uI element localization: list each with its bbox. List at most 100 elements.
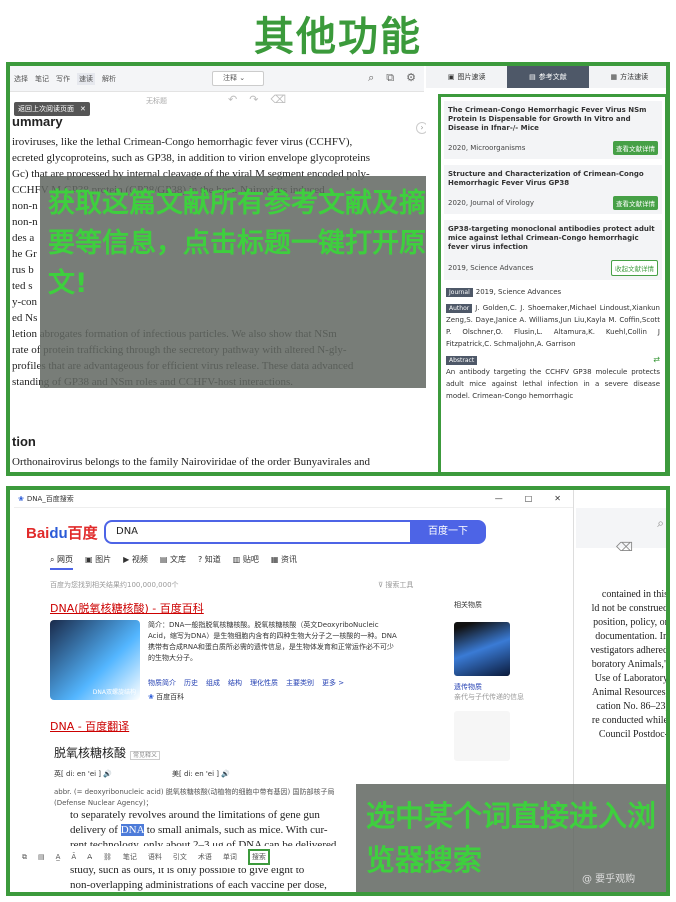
browser-frame: ❀ DNA_百度搜索 — □ ✕ Baidu百度 DNA 百度一下 ⌕ 网页 ▣…: [6, 486, 670, 896]
result-count: 百度为您找到相关结果约100,000,000个: [50, 581, 179, 589]
corpus-button[interactable]: 语料: [148, 852, 162, 862]
result-link[interactable]: 历史: [184, 678, 198, 688]
highlight-icon[interactable]: ▤: [38, 853, 45, 861]
phonetic-us[interactable]: 美[ di: en 'ei ] 🔊: [172, 769, 230, 779]
author-list: J. Golden,C. J. Shoemaker,Michael Lindou…: [446, 304, 660, 348]
gear-icon[interactable]: ⚙: [406, 71, 416, 85]
filter-icon: ⊽: [378, 581, 384, 589]
translate-result-title[interactable]: DNA - 百度翻译: [50, 718, 129, 734]
search-selection-button[interactable]: 搜索: [247, 849, 270, 865]
phonetic-uk[interactable]: 英[ di: en 'ei ] 🔊: [54, 769, 112, 779]
related-image[interactable]: [454, 622, 510, 676]
video-icon: ▶: [123, 555, 130, 564]
reference-list: The Crimean-Congo Hemorrhagic Fever Viru…: [438, 94, 666, 472]
collapse-details-button[interactable]: 收起文献详情: [611, 260, 658, 276]
nav-video[interactable]: ▶ 视频: [123, 554, 148, 570]
paper-line: least 43 viruses assigned to 15 groups/s…: [12, 470, 410, 472]
toolbar-analyze[interactable]: 解析: [102, 74, 116, 84]
tab-method-speedread[interactable]: ▦ 方法速读: [589, 66, 666, 88]
news-icon: ▦: [270, 555, 279, 564]
reference-title[interactable]: The Crimean-Congo Hemorrhagic Fever Viru…: [448, 106, 658, 133]
result-link[interactable]: 更多 >: [322, 678, 344, 688]
reference-card[interactable]: The Crimean-Congo Hemorrhagic Fever Viru…: [444, 101, 662, 159]
molecule-image[interactable]: [454, 711, 510, 761]
tab-image-speedread[interactable]: ▣ 图片速读: [426, 66, 507, 88]
redo-icon[interactable]: ↷: [249, 93, 258, 106]
related-sub: 亲代与子代传递的信息: [454, 693, 524, 701]
dna-helix-image[interactable]: DNA双螺旋结构: [50, 620, 140, 700]
result-link[interactable]: 组成: [206, 678, 220, 688]
reader-frame: 选择 笔记 写作 速读 解析 注释 ⌄ ⌕ ⧉ ⚙ 无标题 ↶ ↷ ⌫ 返回上次…: [6, 62, 670, 476]
nav-web[interactable]: ⌕ 网页: [50, 554, 74, 570]
search-icon: ⌕: [50, 555, 55, 564]
view-details-button[interactable]: 查看文献详情: [613, 196, 658, 210]
close-window-button[interactable]: ✕: [554, 494, 561, 503]
view-details-button[interactable]: 查看文献详情: [613, 141, 658, 155]
untitled-label: 无标题: [146, 97, 167, 105]
nav-tieba[interactable]: ▥ 贴吧: [233, 554, 259, 570]
reference-meta: 2020, Microorganisms: [448, 144, 526, 152]
nav-zhidao[interactable]: ? 知道: [198, 554, 221, 570]
toolbar-write[interactable]: 写作: [56, 74, 70, 84]
search-tools[interactable]: ⊽ 搜索工具: [378, 580, 413, 590]
eraser-icon: ⌫: [616, 540, 633, 554]
paper-line: position, policy, or: [593, 617, 668, 628]
paper-line: cation No. 86–23,: [596, 701, 668, 712]
result-title[interactable]: DNA(脱氧核糖核酸) - 百度百科: [50, 600, 204, 616]
browser-tab-title[interactable]: DNA_百度搜索: [27, 494, 495, 504]
tab-references[interactable]: ▤ 参考文献: [507, 66, 589, 88]
related-name[interactable]: 遗传物质: [454, 682, 524, 692]
nav-news[interactable]: ▦ 资讯: [271, 554, 297, 570]
underline-icon[interactable]: A̲: [56, 853, 61, 861]
eraser-icon[interactable]: ⌫: [270, 93, 286, 106]
selected-word[interactable]: DNA: [120, 824, 144, 836]
translate-icon[interactable]: ⇄: [653, 354, 660, 366]
toolbar-notes[interactable]: 笔记: [35, 74, 49, 84]
paper-line: Orthonairovirus belongs to the family Na…: [12, 456, 371, 468]
baidu-paw-icon: ❀: [148, 693, 154, 701]
reference-card[interactable]: GP38-targeting monoclonal antibodies pro…: [444, 220, 662, 280]
paper-line: Council Postdoc-: [598, 729, 668, 740]
paper-line: contained in this: [601, 589, 668, 600]
reference-detail: Journal 2019, Science Advances Author J. G…: [444, 286, 662, 402]
wavy-underline-icon[interactable]: Ã: [71, 853, 76, 861]
result-link[interactable]: 理化性质: [250, 678, 278, 688]
toolbar-speedread[interactable]: 速读: [77, 72, 95, 85]
citation-button[interactable]: 引文: [173, 852, 187, 862]
term-button[interactable]: 术语: [198, 852, 212, 862]
reference-card[interactable]: Structure and Characterization of Crimea…: [444, 165, 662, 214]
link-icon[interactable]: ⛓: [103, 853, 112, 861]
paper-line: ld not be construed: [591, 603, 668, 614]
maximize-button[interactable]: □: [525, 494, 533, 503]
reference-title[interactable]: GP38-targeting monoclonal antibodies pro…: [448, 225, 658, 252]
minimize-button[interactable]: —: [495, 494, 503, 503]
author-tag: Author: [446, 304, 473, 313]
book-icon: ▤: [529, 73, 536, 81]
result-link[interactable]: 主要类别: [286, 678, 314, 688]
annotation-overlay-top: 获取这篇文献所有参考文献及摘要等信息，点击标题一键打开原文!: [40, 176, 434, 388]
annotation-select[interactable]: 注释 ⌄: [212, 71, 264, 86]
abstract-tag: Abstract: [446, 355, 478, 365]
nav-library[interactable]: ▤ 文库: [160, 554, 186, 570]
reference-title[interactable]: Structure and Characterization of Crimea…: [448, 170, 658, 188]
toolbar-select[interactable]: 选择: [14, 74, 28, 84]
forum-icon: ▥: [232, 555, 241, 564]
undo-icon[interactable]: ↶: [228, 93, 237, 106]
abstract-text: An antibody targeting the CCHFV GP38 mol…: [446, 368, 660, 400]
copy-icon[interactable]: ⧉: [22, 853, 27, 862]
strikethrough-icon[interactable]: A̶: [87, 853, 92, 861]
selection-toolbar: ⧉ ▤ A̲ Ã A̶ ⛓ 笔记 语料 引文 术语 单词 搜索: [18, 846, 358, 868]
search-icon[interactable]: ⌕: [368, 71, 374, 85]
result-link[interactable]: 物质简介: [148, 678, 176, 688]
result-link[interactable]: 结构: [228, 678, 242, 688]
word-button[interactable]: 单词: [223, 852, 237, 862]
result-links: 物质简介 历史 组成 结构 理化性质 主要类别 更多 >: [148, 678, 344, 688]
nav-images[interactable]: ▣ 图片: [85, 554, 111, 570]
reference-panel: ▣ 图片速读 ▤ 参考文献 ▦ 方法速读 The Crimean-Congo Hemo…: [426, 66, 666, 472]
search-input[interactable]: DNA: [104, 520, 410, 544]
notes-button[interactable]: 笔记: [123, 852, 137, 862]
search-button[interactable]: 百度一下: [410, 520, 486, 544]
copy-icon[interactable]: ⧉: [386, 71, 394, 85]
paper-line: ecreted glycoproteins, such as GP38, in …: [12, 152, 371, 164]
baidu-logo[interactable]: Baidu百度: [26, 522, 104, 543]
